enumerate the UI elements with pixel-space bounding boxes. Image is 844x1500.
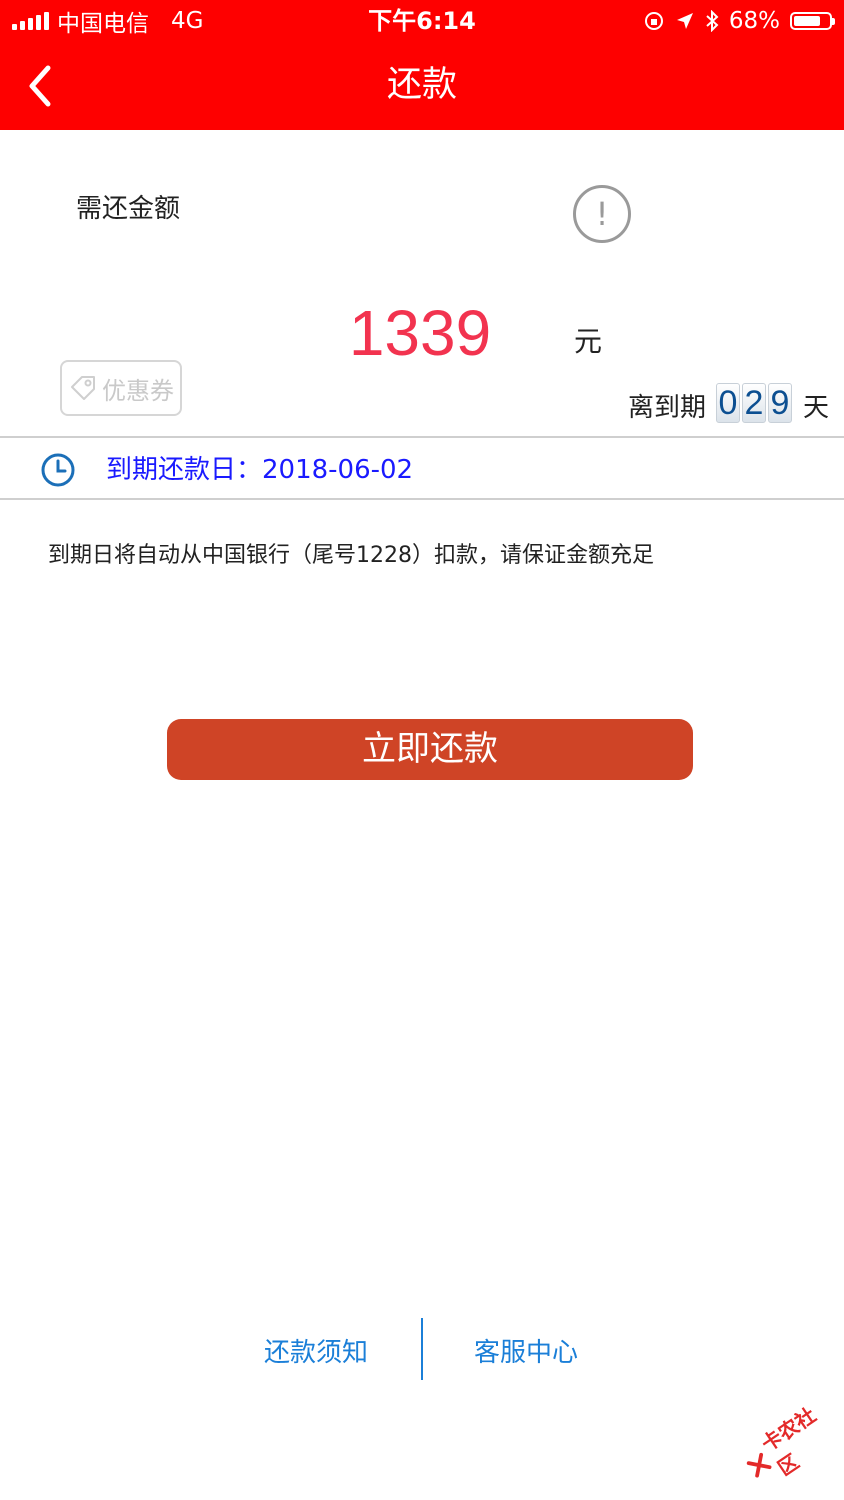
info-icon[interactable]: ! — [573, 185, 631, 243]
bluetooth-icon — [706, 10, 719, 32]
repay-now-button[interactable]: 立即还款 — [167, 719, 693, 780]
divider — [0, 498, 844, 500]
coupon-label: 优惠券 — [102, 376, 174, 405]
amount-unit: 元 — [574, 325, 603, 358]
watermark: 卡农社区 — [731, 1386, 844, 1500]
days-counter: 0 2 9 — [716, 383, 792, 423]
orientation-lock-icon — [644, 12, 663, 30]
due-date: 到期还款日：2018-06-02 — [106, 455, 414, 485]
divider — [0, 436, 844, 438]
amount-label: 需还金额 — [76, 194, 181, 224]
page-title: 还款 — [386, 65, 457, 105]
location-icon — [676, 13, 693, 29]
tag-icon — [71, 376, 95, 400]
days-unit: 天 — [803, 393, 830, 423]
amount-value: 1339 — [348, 297, 492, 369]
repayment-notice-link[interactable]: 还款须知 — [264, 1332, 368, 1369]
battery-percent: 68% — [728, 8, 780, 34]
days-to-due-label: 离到期 — [628, 393, 707, 423]
auto-debit-notice: 到期日将自动从中国银行（尾号1228）扣款，请保证金额充足 — [48, 543, 654, 568]
top-bar: 中国电信 4G 下午6:14 68% 还款 — [0, 0, 844, 130]
days-digit: 9 — [768, 383, 792, 423]
coupon-button[interactable]: 优惠券 — [60, 360, 182, 416]
footer-separator — [421, 1318, 423, 1380]
days-digit: 2 — [742, 383, 766, 423]
customer-service-link[interactable]: 客服中心 — [474, 1332, 578, 1369]
status-right: 68% — [643, 6, 835, 36]
clock-icon — [41, 453, 75, 487]
days-digit: 0 — [716, 383, 740, 423]
battery-icon — [790, 12, 835, 30]
